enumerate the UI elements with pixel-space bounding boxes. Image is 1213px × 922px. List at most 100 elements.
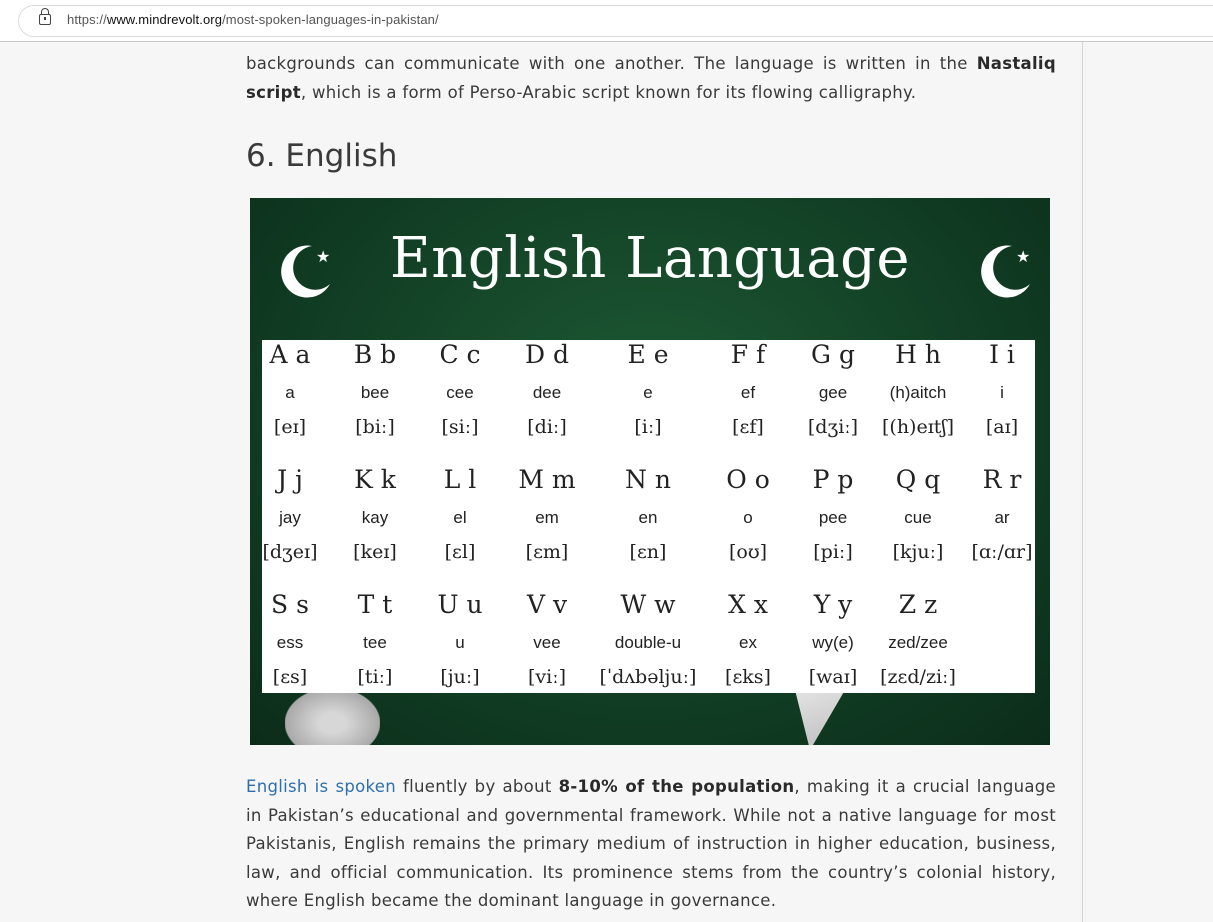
- intro-text-2: , which is a form of Perso-Arabic script…: [300, 82, 917, 102]
- intro-text-1: backgrounds can communicate with one ano…: [246, 54, 977, 73]
- alphabet-name: i: [1000, 383, 1004, 402]
- alphabet-letter: A a: [269, 340, 311, 369]
- alphabet-name: double-u: [614, 633, 682, 652]
- alphabet-ipa: [juː]: [440, 666, 480, 688]
- alphabet-ipa: [zɛd/ziː]: [880, 666, 956, 688]
- english-paragraph: English is spoken fluently by about 8-10…: [246, 773, 1056, 916]
- alphabet-name: en: [638, 508, 658, 527]
- intro-bold-nastaliq: Nastaliq: [976, 54, 1056, 73]
- address-bar: https://www.mindrevolt.org/most-spoken-l…: [0, 0, 1213, 42]
- alphabet-letter: B b: [353, 340, 397, 369]
- alphabet-name: o: [743, 508, 753, 527]
- alphabet-name: ess: [276, 633, 304, 652]
- alphabet-name: (h)aitch: [889, 383, 947, 402]
- alphabet-name: ef: [740, 383, 756, 402]
- alphabet-letter: R r: [982, 465, 1022, 494]
- url-domain: www.mindrevolt.org: [106, 12, 223, 27]
- alphabet-name: tee: [363, 633, 387, 652]
- alphabet-ipa: [waɪ]: [808, 666, 858, 688]
- alphabet-name: vee: [533, 633, 561, 652]
- alphabet-letter: W w: [620, 590, 676, 619]
- alphabet-name: pee: [818, 508, 848, 527]
- alphabet-name: gee: [818, 383, 848, 402]
- alphabet-ipa: [ɛs]: [272, 666, 308, 688]
- alphabet-letter: E e: [627, 340, 669, 369]
- url-path: /most-spoken-languages-in-pakistan/: [222, 12, 439, 27]
- alphabet-ipa: [dʒiː]: [807, 416, 859, 438]
- alphabet-ipa: [viː]: [527, 666, 567, 688]
- body-bold-percentage: 8-10% of the population: [558, 777, 795, 796]
- alphabet-ipa: [ˈdʌbəljuː]: [599, 666, 697, 688]
- alphabet-ipa: [ɛf]: [732, 416, 764, 438]
- alphabet-name: dee: [532, 383, 562, 402]
- body-text-1: fluently by about: [396, 777, 559, 796]
- alphabet-ipa: [oʊ]: [728, 541, 768, 563]
- alphabet-ipa: [keɪ]: [353, 541, 397, 563]
- alphabet-letter: P p: [812, 465, 854, 494]
- svg-text:★: ★: [1016, 247, 1030, 266]
- alphabet-ipa: [dʒeɪ]: [262, 541, 318, 563]
- alphabet-name: el: [453, 508, 467, 527]
- flag-white-patch: [285, 688, 380, 745]
- alphabet-ipa: [aɪ]: [985, 416, 1019, 438]
- alphabet-letter: S s: [271, 590, 309, 619]
- alphabet-letter: L l: [443, 465, 477, 494]
- intro-bold-script: script: [246, 82, 301, 102]
- alphabet-ipa: [biː]: [355, 416, 395, 438]
- english-spoken-link[interactable]: English is spoken: [246, 777, 396, 796]
- url-field[interactable]: https://www.mindrevolt.org/most-spoken-l…: [18, 5, 1213, 37]
- alphabet-letter: D d: [525, 340, 569, 369]
- alphabet-letter: G g: [811, 340, 855, 369]
- alphabet-letter: M m: [518, 465, 576, 494]
- intro-paragraph: backgrounds can communicate with one ano…: [246, 50, 1056, 107]
- alphabet-ipa: [iː]: [634, 416, 662, 438]
- alphabet-letter: T t: [357, 590, 393, 619]
- flag-white-patch: [795, 690, 845, 745]
- alphabet-letter: H h: [895, 340, 941, 369]
- alphabet-letter: Q q: [895, 465, 941, 494]
- alphabet-ipa: [(h)eɪtʃ]: [881, 416, 955, 438]
- alphabet-letter: F f: [730, 340, 766, 369]
- alphabet-name: ex: [739, 633, 757, 652]
- body-text-2: , making it a crucial language in Pakist…: [246, 777, 1056, 910]
- alphabet-ipa: [ɛn]: [629, 541, 667, 563]
- crescent-star-icon: ★: [981, 245, 1030, 298]
- lock-icon[interactable]: [39, 8, 51, 25]
- alphabet-name: bee: [360, 383, 390, 402]
- alphabet-name: cue: [904, 508, 932, 527]
- alphabet-name: u: [455, 633, 465, 652]
- alphabet-name: e: [643, 383, 653, 402]
- alphabet-name: em: [535, 508, 559, 527]
- alphabet-ipa: [ɛl]: [444, 541, 476, 563]
- image-title: English Language: [389, 226, 911, 291]
- url-text[interactable]: https://www.mindrevolt.org/most-spoken-l…: [67, 12, 439, 27]
- alphabet-ipa: [ɛm]: [525, 541, 569, 563]
- alphabet-name: kay: [361, 508, 389, 527]
- alphabet-name: zed/zee: [888, 633, 948, 652]
- alphabet-ipa: [tiː]: [357, 666, 393, 688]
- alphabet-ipa: [eɪ]: [273, 416, 307, 438]
- alphabet-name: wy(e): [812, 633, 854, 652]
- alphabet-ipa: [piː]: [813, 541, 853, 563]
- alphabet-letter: Z z: [898, 590, 938, 619]
- alphabet-name: a: [285, 383, 295, 402]
- alphabet-letter: C c: [439, 340, 481, 369]
- section-heading: 6. English: [246, 138, 398, 174]
- alphabet-letter: U u: [437, 590, 483, 619]
- english-language-image: ★ English Language ★ A a a [eɪ] B b bee [biː]…: [250, 198, 1050, 745]
- alphabet-letter: N n: [625, 465, 671, 494]
- toolbar-divider: [0, 41, 1213, 42]
- alphabet-letter: Y y: [813, 590, 853, 619]
- alphabet-ipa: [ɛks]: [725, 666, 771, 688]
- alphabet-letter: X x: [728, 590, 768, 619]
- alphabet-name: jay: [279, 508, 301, 527]
- alphabet-letter: J j: [277, 465, 303, 494]
- alphabet-letter: O o: [726, 465, 770, 494]
- alphabet-ipa: [siː]: [441, 416, 479, 438]
- alphabet-ipa: [ɑː/ɑr]: [971, 541, 1033, 563]
- alphabet-ipa: [kjuː]: [892, 541, 944, 563]
- url-prefix: https://: [67, 12, 107, 27]
- alphabet-letter: V v: [526, 590, 568, 619]
- alphabet-letter: I i: [989, 340, 1015, 369]
- alphabet-card: A a a [eɪ] B b bee [biː] C c cee [siː] D d dee [diː…: [262, 340, 1035, 693]
